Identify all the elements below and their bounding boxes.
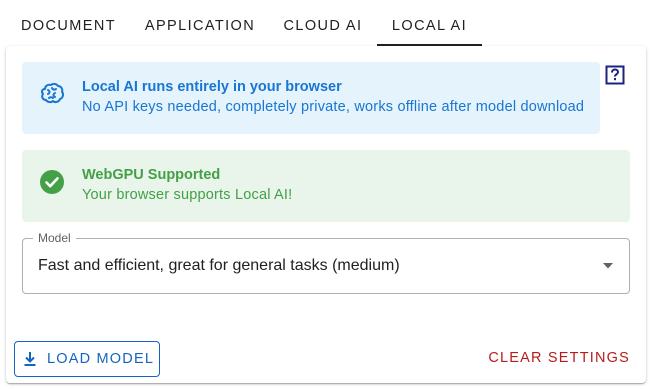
clear-settings-button[interactable]: CLEAR SETTINGS (488, 350, 630, 366)
check-circle-icon (40, 170, 64, 194)
local-ai-panel: Local AI runs entirely in your browser N… (6, 46, 646, 383)
tab-bar: DOCUMENT APPLICATION CLOUD AI LOCAL AI (0, 0, 651, 46)
help-icon[interactable] (605, 65, 625, 85)
tab-cloud-ai[interactable]: CLOUD AI (273, 0, 373, 46)
tab-document[interactable]: DOCUMENT (10, 0, 127, 46)
brain-icon (40, 82, 65, 104)
dropdown-arrow-icon (603, 263, 613, 269)
info-alert-description: No API keys needed, completely private, … (82, 99, 585, 115)
download-icon (24, 352, 36, 366)
success-alert-title: WebGPU Supported (82, 167, 221, 183)
model-select-value: Fast and efficient, great for general ta… (38, 257, 400, 274)
tab-local-ai[interactable]: LOCAL AI (377, 0, 482, 46)
success-alert: WebGPU Supported Your browser supports L… (22, 150, 630, 222)
model-select[interactable]: Model Fast and efficient, great for gene… (22, 231, 630, 294)
info-alert: Local AI runs entirely in your browser N… (22, 62, 600, 134)
success-alert-description: Your browser supports Local AI! (82, 187, 293, 203)
load-model-button[interactable]: LOAD MODEL (14, 341, 160, 377)
tab-application[interactable]: APPLICATION (135, 0, 265, 46)
info-alert-title: Local AI runs entirely in your browser (82, 79, 342, 95)
load-model-label: LOAD MODEL (47, 351, 155, 367)
model-select-label: Model (33, 231, 76, 245)
